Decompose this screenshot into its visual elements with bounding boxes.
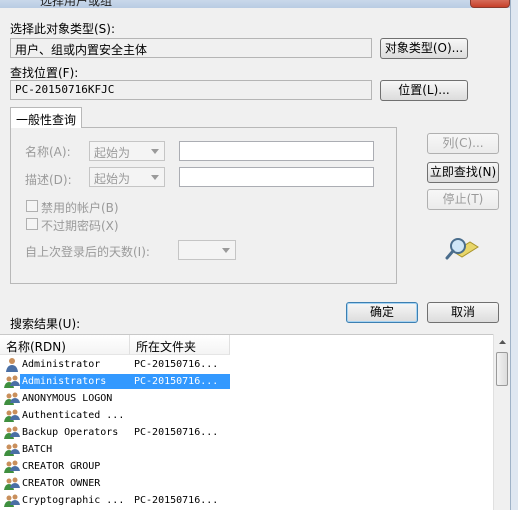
description-label: 描述(D): <box>25 173 72 187</box>
user-icon <box>4 357 20 372</box>
table-row[interactable]: Cryptographic ... PC-20150716... <box>0 492 495 509</box>
tab-common-queries[interactable]: 一般性查询 <box>10 107 83 128</box>
description-match-select[interactable]: 起始为 <box>89 167 165 187</box>
group-icon <box>4 408 20 423</box>
search-results-label: 搜索结果(U): <box>10 317 81 331</box>
location-field: PC-20150716KFJC <box>10 80 372 100</box>
table-row[interactable]: BATCH <box>0 441 495 458</box>
window-title: 选择用户或组 <box>40 0 113 8</box>
non-expiring-password-label: 不过期密码(X) <box>41 219 119 233</box>
cancel-button[interactable]: 取消 <box>427 302 499 323</box>
name-match-select[interactable]: 起始为 <box>89 141 165 161</box>
row-name: Backup Operators <box>22 427 119 438</box>
row-folder <box>130 408 230 423</box>
table-row[interactable]: Administrator PC-20150716... <box>0 356 495 373</box>
row-folder <box>130 442 230 457</box>
table-row[interactable]: Backup Operators PC-20150716... <box>0 424 495 441</box>
row-folder <box>130 391 230 406</box>
row-folder <box>130 476 230 491</box>
description-input[interactable] <box>179 167 374 187</box>
disabled-accounts-label: 禁用的帐户(B) <box>41 201 119 215</box>
name-label: 名称(A): <box>25 145 71 159</box>
columns-button[interactable]: 列(C)... <box>427 133 499 154</box>
group-icon <box>4 374 20 389</box>
close-button[interactable] <box>470 0 510 8</box>
group-icon <box>4 493 20 508</box>
row-name: CREATOR OWNER <box>22 478 101 489</box>
object-type-field: 用户、组或内置安全主体 <box>10 38 372 58</box>
row-folder: PC-20150716... <box>134 495 219 506</box>
row-folder: PC-20150716... <box>134 359 219 370</box>
table-row[interactable]: ANONYMOUS LOGON <box>0 390 495 407</box>
name-match-value: 起始为 <box>94 146 131 160</box>
column-header-folder[interactable]: 所在文件夹 <box>130 335 230 355</box>
table-row[interactable]: Administrators PC-20150716... <box>0 373 495 390</box>
group-icon <box>4 476 20 491</box>
description-match-value: 起始为 <box>94 172 131 186</box>
days-since-login-label: 自上次登录后的天数(I): <box>25 245 150 259</box>
table-row[interactable]: CREATOR OWNER <box>0 475 495 492</box>
chevron-down-icon <box>151 149 159 154</box>
search-results-list[interactable]: 名称(RDN) 所在文件夹 Administrator PC-20150716..… <box>0 334 510 510</box>
chevron-down-icon <box>151 175 159 180</box>
group-icon <box>4 425 20 440</box>
stop-button[interactable]: 停止(T) <box>427 189 499 210</box>
location-label: 查找位置(F): <box>10 66 79 80</box>
row-name: Cryptographic ... <box>22 495 125 506</box>
row-folder: PC-20150716... <box>134 427 219 438</box>
non-expiring-password-checkbox[interactable] <box>26 218 38 230</box>
days-since-login-select[interactable] <box>178 240 236 260</box>
title-bar: 选择用户或组 <box>0 0 518 8</box>
window-border <box>510 0 518 510</box>
name-input[interactable] <box>179 141 374 161</box>
group-icon <box>4 391 20 406</box>
group-icon <box>4 459 20 474</box>
results-scrollbar[interactable] <box>493 334 510 510</box>
chevron-down-icon <box>222 248 230 253</box>
row-folder: PC-20150716... <box>130 374 230 389</box>
column-header-name[interactable]: 名称(RDN) <box>0 335 130 355</box>
row-name: ANONYMOUS LOGON <box>22 393 113 404</box>
scroll-thumb[interactable] <box>496 352 508 386</box>
table-row[interactable]: CREATOR GROUP <box>0 458 495 475</box>
row-name: Administrators <box>20 374 130 389</box>
search-animation-icon <box>444 234 480 264</box>
row-name: BATCH <box>22 444 53 455</box>
object-type-label: 选择此对象类型(S): <box>10 22 116 36</box>
find-now-button[interactable]: 立即查找(N) <box>427 162 499 183</box>
object-types-button[interactable]: 对象类型(O)... <box>380 38 468 59</box>
table-row[interactable]: Authenticated ... <box>0 407 495 424</box>
group-icon <box>4 442 20 457</box>
row-folder <box>130 459 230 474</box>
row-name: Authenticated ... <box>22 410 125 421</box>
locations-button[interactable]: 位置(L)... <box>380 80 468 101</box>
scroll-up-button[interactable] <box>495 335 510 350</box>
disabled-accounts-checkbox[interactable] <box>26 200 38 212</box>
ok-button[interactable]: 确定 <box>346 302 418 323</box>
row-name: Administrator <box>22 359 101 370</box>
row-name: CREATOR GROUP <box>22 461 101 472</box>
